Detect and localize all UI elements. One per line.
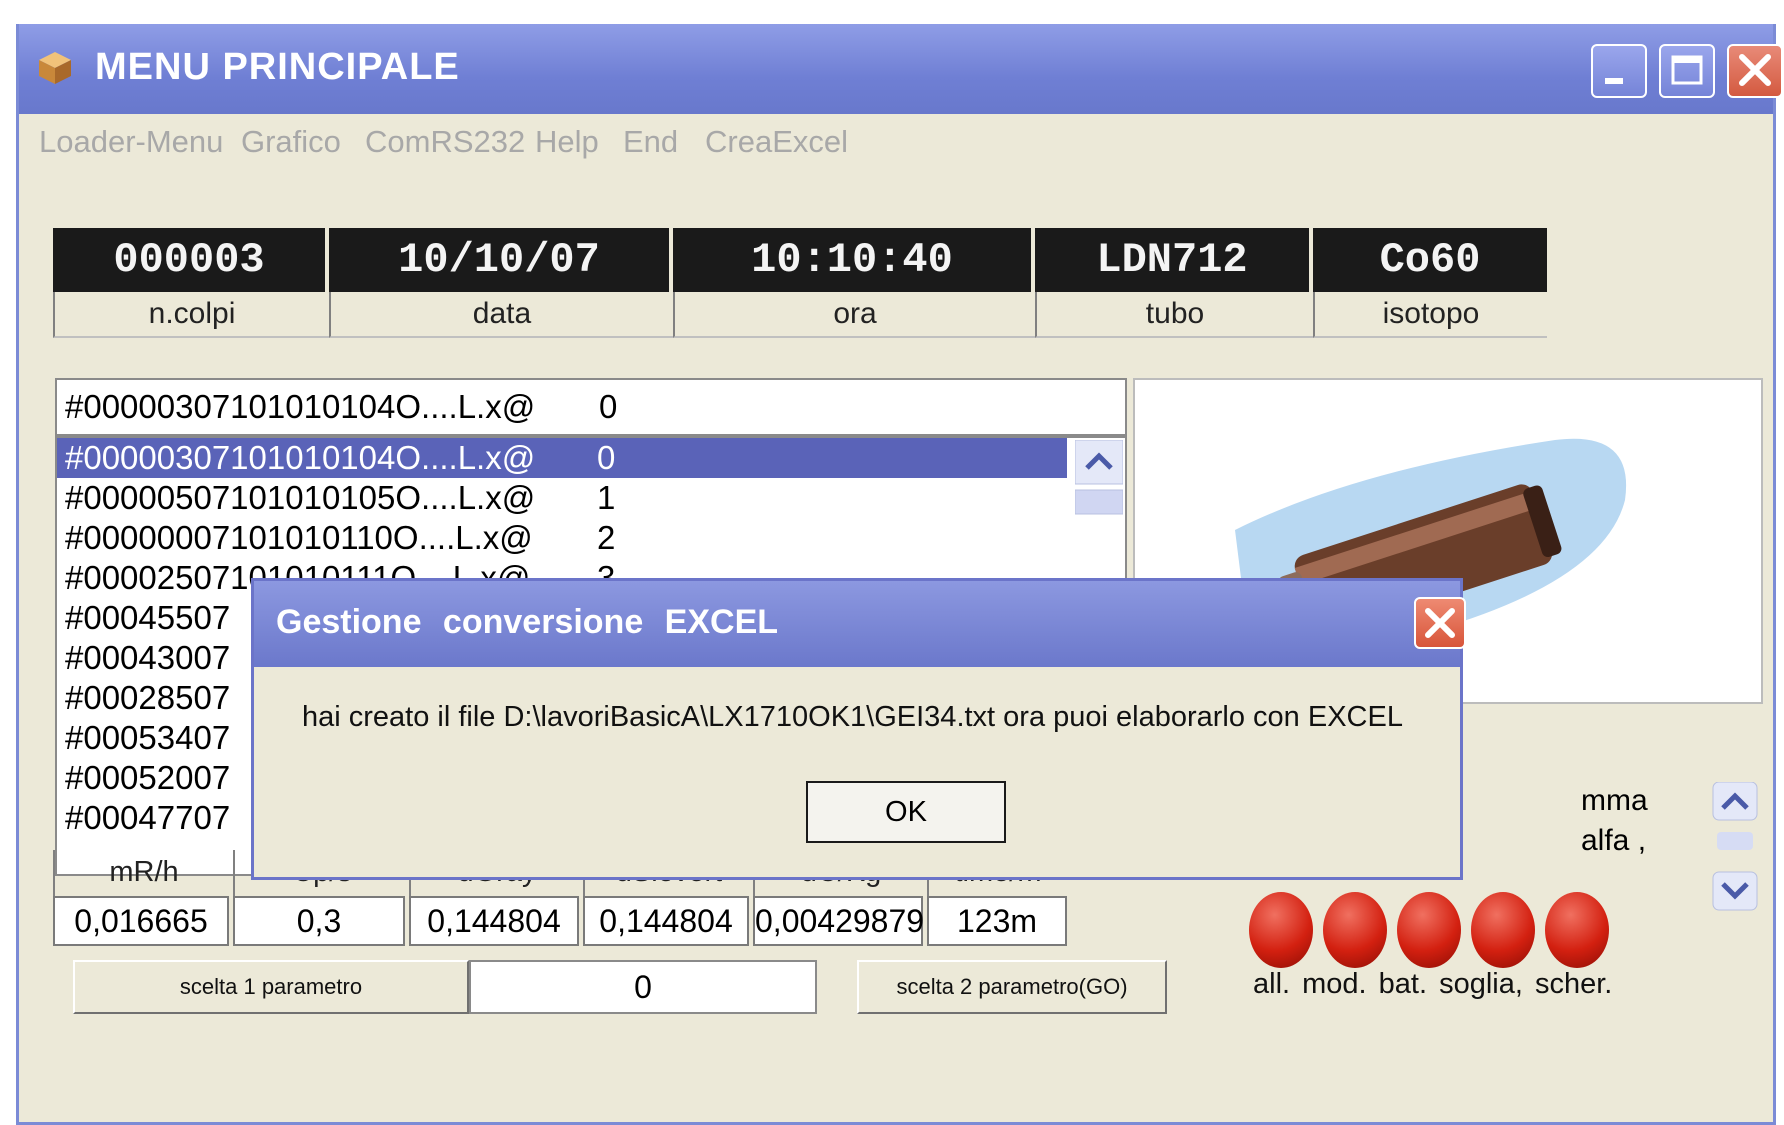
dialog-ok-button[interactable]: OK xyxy=(806,781,1006,843)
maximize-icon xyxy=(1671,55,1703,85)
menu-help[interactable]: Help xyxy=(535,124,599,160)
led-labels: all. mod. bat. soglia, scher. xyxy=(1253,968,1613,1000)
window-title: MENU PRINCIPALE xyxy=(95,46,460,88)
menu-bar: Loader-Menu Grafico ComRS232 Help End Cr… xyxy=(19,124,1773,172)
list-item[interactable]: #00000507101010105O....L.x@ 1 xyxy=(57,478,1125,518)
led-shield-icon xyxy=(1545,892,1609,968)
param-input[interactable]: 0 xyxy=(469,960,817,1014)
dialog-message: hai creato il file D:\lavoriBasicA\LX171… xyxy=(302,701,1403,733)
led-threshold-icon xyxy=(1471,892,1535,968)
list-item-code: #00045507 xyxy=(65,599,231,636)
header-ncolpi-value: 000003 xyxy=(53,228,329,292)
measure-value-usievert: 0,144804 xyxy=(583,896,749,946)
list-item-code: #00000307101010104O....L.x@ xyxy=(65,439,536,476)
list-item-code: #00053407 xyxy=(65,719,231,756)
close-button[interactable] xyxy=(1727,44,1783,98)
app-box-icon xyxy=(39,52,71,84)
minimize-button[interactable] xyxy=(1591,44,1647,98)
led-alarm-icon xyxy=(1249,892,1313,968)
list-item-code: #00028507 xyxy=(65,679,231,716)
right-list-scrollbar[interactable] xyxy=(1711,782,1761,922)
measure-value-ugray: 0,144804 xyxy=(409,896,579,946)
header-data-label: data xyxy=(329,292,673,338)
combo-value: 0 xyxy=(599,388,618,425)
list-item-value: 2 xyxy=(597,519,616,556)
header-isotopo-value: Co60 xyxy=(1313,228,1547,292)
menu-loader[interactable]: Loader-Menu xyxy=(39,124,223,160)
menu-end[interactable]: End xyxy=(623,124,678,160)
list-item-code: #00000007101010110O....L.x@ xyxy=(65,519,533,556)
maximize-button[interactable] xyxy=(1659,44,1715,98)
dialog-close-button[interactable] xyxy=(1414,597,1466,649)
header-data-value: 10/10/07 xyxy=(329,228,673,292)
led-mode-icon xyxy=(1323,892,1387,968)
list-item-code: #00043007 xyxy=(65,639,231,676)
close-icon xyxy=(1739,54,1771,86)
list-item-code: #00000507101010105O....L.x@ xyxy=(65,479,536,516)
list-item-value: 1 xyxy=(597,479,616,516)
measure-value-uckg: 0,00429879 xyxy=(753,896,924,946)
list-item-code: #00052007 xyxy=(65,759,231,796)
header-isotopo-label: isotopo xyxy=(1313,292,1547,338)
led-battery-icon xyxy=(1397,892,1461,968)
close-icon xyxy=(1425,608,1455,638)
measure-value-mrh: 0,016665 xyxy=(53,896,229,946)
measure-label-mrh: mR/h xyxy=(53,850,233,896)
list-item-code: #00047707 xyxy=(65,799,231,836)
main-window: MENU PRINCIPALE Loader-Menu Grafico ComR… xyxy=(16,24,1783,1125)
header-ora-label: ora xyxy=(673,292,1035,338)
menu-grafico[interactable]: Grafico xyxy=(241,124,341,160)
selected-record-combo[interactable]: #00000307101010104O....L.x@ 0 xyxy=(55,378,1127,436)
choose-param1-button[interactable]: scelta 1 parametro xyxy=(73,960,469,1014)
dialog-title-bar[interactable]: Gestione conversione EXCEL xyxy=(254,581,1466,667)
list-item[interactable]: #00000007101010110O....L.x@ 2 xyxy=(57,518,1125,558)
dialog-title: Gestione conversione EXCEL xyxy=(276,603,779,641)
combo-code: #00000307101010104O....L.x@ xyxy=(65,388,536,425)
menu-creaexcel[interactable]: CreaExcel xyxy=(705,124,848,160)
title-bar[interactable]: MENU PRINCIPALE xyxy=(19,24,1783,114)
list-scroll-up-icon[interactable] xyxy=(1075,440,1123,520)
choose-param2-button[interactable]: scelta 2 parametro(GO) xyxy=(857,960,1167,1014)
right-list-gamma: mma xyxy=(1581,784,1648,817)
measure-value-cps: 0,3 xyxy=(233,896,405,946)
header-ora-value: 10:10:40 xyxy=(673,228,1035,292)
header-tubo-value: LDN712 xyxy=(1035,228,1313,292)
excel-conversion-dialog: Gestione conversione EXCEL hai creato il… xyxy=(251,578,1466,880)
header-ncolpi-label: n.colpi xyxy=(53,292,329,338)
list-item[interactable]: #00000307101010104O....L.x@ 0 xyxy=(57,438,1067,478)
right-list-alfa: alfa , xyxy=(1581,824,1647,857)
list-item-value: 0 xyxy=(597,439,616,476)
menu-comrs232[interactable]: ComRS232 xyxy=(365,124,525,160)
header-tubo-label: tubo xyxy=(1035,292,1313,338)
minimize-icon xyxy=(1605,78,1623,84)
measure-value-time: 123m xyxy=(927,896,1067,946)
